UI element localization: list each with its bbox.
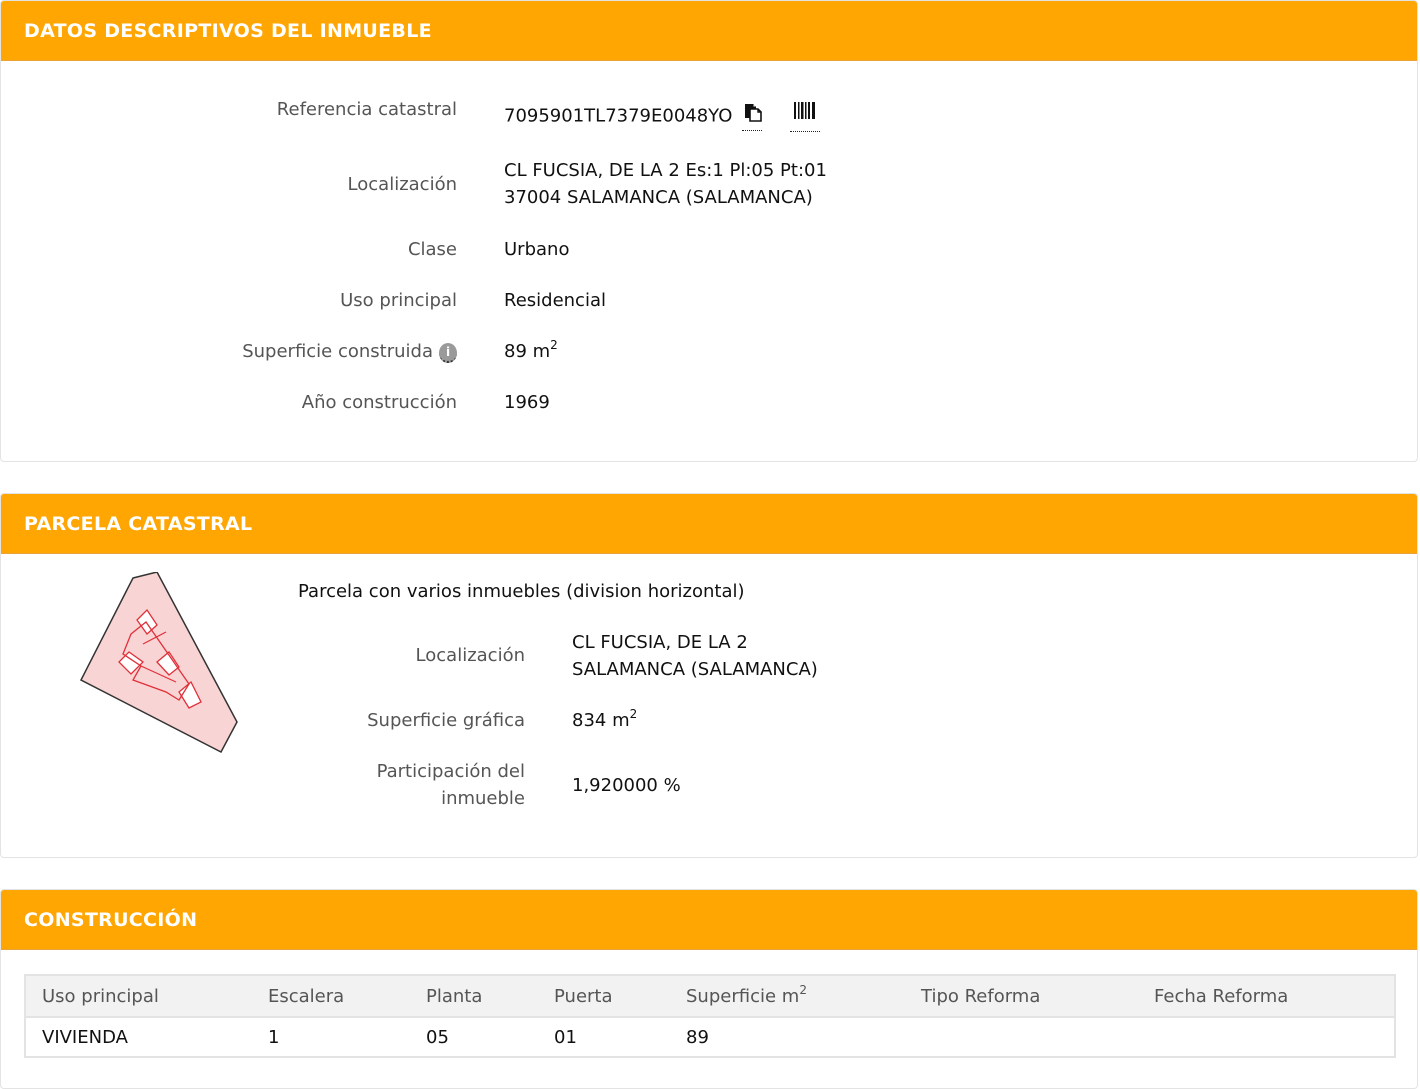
table-header-row: Uso principal Escalera Planta Puerta Sup… [25, 975, 1395, 1018]
construccion-title: CONSTRUCCIÓN [24, 908, 198, 931]
uso-value: Residencial [504, 290, 606, 311]
construccion-panel: CONSTRUCCIÓN Uso principal Escalera Plan… [0, 889, 1418, 1089]
cell-escalera: 1 [268, 1026, 280, 1048]
localizacion-label: Localización [347, 174, 457, 195]
inmueble-panel: DATOS DESCRIPTIVOS DEL INMUEBLE Referenc… [0, 0, 1418, 462]
col-superficie: Superficie m2 [670, 975, 905, 1018]
table-row: VIVIENDA 1 05 01 89 [25, 1017, 1395, 1057]
parcela-panel: PARCELA CATASTRAL Parcela con varios inm… [0, 493, 1418, 858]
parcela-superficie-value: 834 m2 [572, 707, 637, 734]
copy-icon[interactable] [742, 102, 763, 131]
cell-puerta: 01 [554, 1026, 577, 1048]
cell-fecha-reforma [1138, 1017, 1395, 1057]
localizacion-line2: 37004 SALAMANCA (SALAMANCA) [504, 187, 813, 208]
participacion-label-line1: Participación del [376, 761, 525, 782]
construccion-table: Uso principal Escalera Planta Puerta Sup… [24, 974, 1396, 1058]
parcela-localizacion-line2: SALAMANCA (SALAMANCA) [572, 659, 818, 680]
cell-tipo-reforma [905, 1017, 1138, 1057]
parcela-header: PARCELA CATASTRAL [1, 494, 1417, 554]
barcode-icon[interactable] [789, 101, 820, 132]
inmueble-title: DATOS DESCRIPTIVOS DEL INMUEBLE [24, 19, 432, 42]
col-fecha-reforma: Fecha Reforma [1138, 975, 1395, 1018]
parcela-localizacion-label: Localización [415, 645, 525, 666]
parcela-superficie-sup: 2 [629, 707, 638, 721]
col-superficie-text: Superficie m [686, 985, 800, 1007]
col-puerta: Puerta [538, 975, 670, 1018]
superficie-value: 89 m2 [504, 338, 558, 365]
col-tipo-reforma: Tipo Reforma [905, 975, 1138, 1018]
participacion-value: 1,920000 % [572, 775, 681, 796]
superficie-text: 89 m [504, 341, 551, 362]
parcela-title: PARCELA CATASTRAL [24, 512, 253, 535]
anio-value: 1969 [504, 392, 550, 413]
parcela-superficie-label: Superficie gráfica [367, 710, 525, 731]
parcela-description: Parcela con varios inmuebles (division h… [298, 581, 745, 602]
localizacion-line1: CL FUCSIA, DE LA 2 Es:1 Pl:05 Pt:01 [504, 160, 827, 181]
superficie-label: Superficie construida [242, 341, 433, 362]
cell-superficie: 89 [686, 1026, 709, 1048]
cell-planta: 05 [426, 1026, 449, 1048]
cell-uso: VIVIENDA [42, 1026, 128, 1048]
col-planta: Planta [410, 975, 538, 1018]
construccion-header: CONSTRUCCIÓN [1, 890, 1417, 950]
inmueble-header: DATOS DESCRIPTIVOS DEL INMUEBLE [1, 1, 1417, 61]
referencia-value: 7095901TL7379E0048YO [504, 101, 820, 132]
referencia-text: 7095901TL7379E0048YO [504, 105, 733, 127]
participacion-label-line2: inmueble [441, 788, 525, 809]
referencia-label: Referencia catastral [276, 99, 457, 120]
participacion-label: Participación del inmueble [377, 758, 525, 812]
parcel-map[interactable] [71, 571, 251, 762]
parcela-superficie-text: 834 m [572, 710, 630, 731]
superficie-sup: 2 [550, 338, 558, 352]
anio-label: Año construcción [301, 392, 457, 413]
info-icon[interactable]: i [439, 343, 457, 363]
uso-label: Uso principal [340, 290, 457, 311]
clase-value: Urbano [504, 239, 570, 260]
col-escalera: Escalera [252, 975, 410, 1018]
col-superficie-sup: 2 [799, 982, 807, 997]
superficie-label-wrap: Superficie construida i [242, 338, 457, 365]
clase-label: Clase [407, 239, 457, 260]
parcela-localizacion-line1: CL FUCSIA, DE LA 2 [572, 632, 748, 653]
col-uso: Uso principal [25, 975, 252, 1018]
